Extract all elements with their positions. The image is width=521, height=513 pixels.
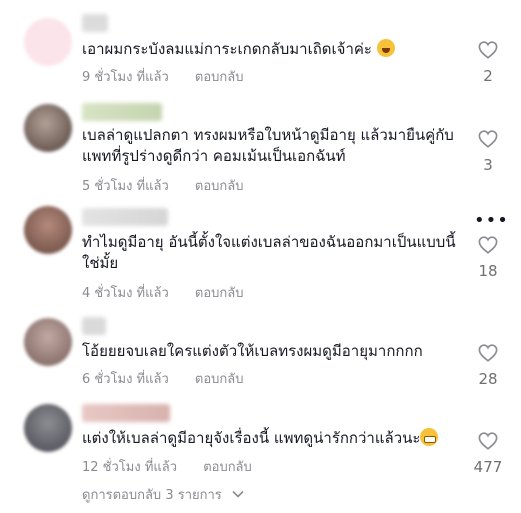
heart-outline-icon bbox=[478, 41, 498, 59]
like-button[interactable]: 477 bbox=[470, 432, 506, 476]
comment-text-content: เอาผมกระบังลมแม่การะเกดกลับมาเถิดเจ้าค่ะ bbox=[82, 40, 372, 58]
like-count: 477 bbox=[473, 458, 503, 476]
comment-timestamp: 9 ชั่วโมง ที่แล้ว bbox=[82, 70, 169, 85]
avatar[interactable] bbox=[24, 206, 72, 254]
reply-button[interactable]: ตอบกลับ bbox=[195, 70, 244, 85]
heart-outline-icon bbox=[478, 130, 498, 148]
laughing-emoji-icon bbox=[376, 39, 395, 57]
username-blurred[interactable] bbox=[82, 317, 106, 335]
avatar[interactable] bbox=[24, 404, 72, 452]
username-blurred[interactable] bbox=[82, 208, 168, 226]
view-replies-label: ดูการตอบกลับ 3 รายการ bbox=[82, 488, 222, 503]
chevron-down-icon bbox=[232, 490, 244, 498]
comment-text: แต่งให้เบลล่าดูมีอายุจังเรื่องนี้ แพทดูน… bbox=[82, 428, 462, 449]
avatar[interactable] bbox=[24, 318, 72, 366]
username-blurred[interactable] bbox=[82, 14, 108, 32]
heart-outline-icon bbox=[478, 344, 498, 362]
comment-meta: 12 ชั่วโมง ที่แล้ว ตอบกลับ bbox=[82, 456, 252, 477]
like-count: 28 bbox=[478, 370, 498, 388]
like-button[interactable]: 3 bbox=[470, 130, 506, 174]
grinning-emoji-icon bbox=[420, 428, 439, 446]
username-blurred[interactable] bbox=[82, 103, 162, 121]
comment-meta: 6 ชั่วโมง ที่แล้ว ตอบกลับ bbox=[82, 368, 244, 389]
comment-text: เอาผมกระบังลมแม่การะเกดกลับมาเถิดเจ้าค่ะ bbox=[82, 39, 462, 60]
comment-text: ทำไมดูมีอายุ อันนี้ตั้งใจแต่งเบลล่าของฉั… bbox=[82, 233, 456, 272]
like-button[interactable]: 28 bbox=[470, 344, 506, 388]
username-blurred[interactable] bbox=[82, 404, 170, 422]
comment-timestamp: 4 ชั่วโมง ที่แล้ว bbox=[82, 286, 169, 301]
comment-text-content: แต่งให้เบลล่าดูมีอายุจังเรื่องนี้ แพทดูน… bbox=[82, 429, 421, 447]
view-replies-button[interactable]: ดูการตอบกลับ 3 รายการ bbox=[82, 484, 244, 505]
comment-text: เบลล่าดูแปลกตา ทรงผมหรือใบหน้าดูมีอายุ แ… bbox=[82, 126, 454, 165]
comment-timestamp: 12 ชั่วโมง ที่แล้ว bbox=[82, 460, 178, 475]
more-options-button[interactable]: ••• bbox=[474, 212, 509, 230]
like-count: 3 bbox=[483, 156, 493, 174]
reply-button[interactable]: ตอบกลับ bbox=[195, 286, 244, 301]
comment-meta: 4 ชั่วโมง ที่แล้ว ตอบกลับ bbox=[82, 282, 244, 303]
comment-timestamp: 5 ชั่วโมง ที่แล้ว bbox=[82, 179, 169, 194]
comment-text: โอ้ยยยจบเลยใครแต่งตัวให้เบลทรงผมดูมีอายุ… bbox=[82, 342, 423, 360]
reply-button[interactable]: ตอบกลับ bbox=[203, 460, 252, 475]
like-button[interactable]: 2 bbox=[470, 41, 506, 85]
heart-outline-icon bbox=[478, 236, 498, 254]
comment-meta: 5 ชั่วโมง ที่แล้ว ตอบกลับ bbox=[82, 175, 244, 196]
like-button[interactable]: 18 bbox=[470, 236, 506, 280]
reply-button[interactable]: ตอบกลับ bbox=[195, 179, 244, 194]
avatar[interactable] bbox=[24, 104, 72, 152]
like-count: 2 bbox=[483, 67, 493, 85]
avatar[interactable] bbox=[24, 18, 72, 66]
heart-outline-icon bbox=[478, 432, 498, 450]
comment-timestamp: 6 ชั่วโมง ที่แล้ว bbox=[82, 372, 169, 387]
like-count: 18 bbox=[478, 262, 498, 280]
comment-meta: 9 ชั่วโมง ที่แล้ว ตอบกลับ bbox=[82, 66, 244, 87]
reply-button[interactable]: ตอบกลับ bbox=[195, 372, 244, 387]
